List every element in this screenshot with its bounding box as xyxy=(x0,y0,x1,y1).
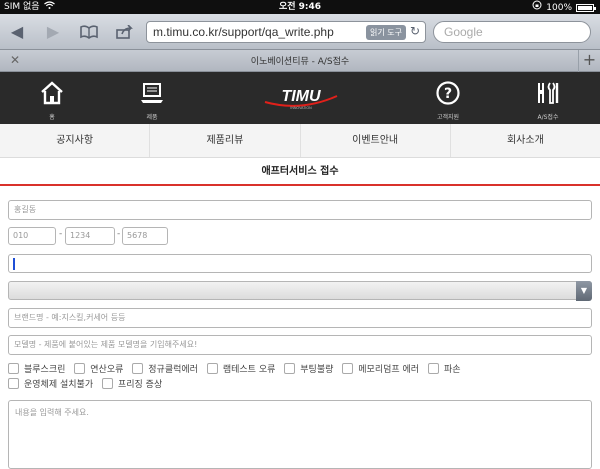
checkbox-box[interactable] xyxy=(132,363,144,374)
search-input[interactable]: Google xyxy=(433,21,591,43)
laptop-icon xyxy=(127,80,177,110)
category-select[interactable]: ▼ xyxy=(8,281,592,301)
nav-as[interactable]: A/S접수 xyxy=(523,80,573,121)
timu-logo[interactable]: TIMU INNOVATION xyxy=(263,86,339,112)
checkbox-box[interactable] xyxy=(8,378,19,389)
tools-icon xyxy=(523,80,573,110)
text-cursor xyxy=(13,258,15,270)
checkbox-box[interactable] xyxy=(101,378,113,389)
menu-review[interactable]: 제품리뷰 xyxy=(150,124,301,157)
svg-text:?: ? xyxy=(444,86,452,102)
rotation-lock-icon xyxy=(532,0,542,15)
nav-support[interactable]: ? 고객지원 xyxy=(423,80,473,121)
new-tab-button[interactable]: + xyxy=(578,50,600,72)
checkbox-box[interactable] xyxy=(284,363,296,374)
clock: 오전 9:46 xyxy=(278,2,322,12)
model-input[interactable]: 모델명 - 제품에 붙어있는 제품 모델명을 기입해주세요! xyxy=(8,335,592,355)
tab-bar: ✕ 이노베이션티뮤 - A/S접수 + xyxy=(0,50,600,72)
main-nav: 공지사항 제품리뷰 이벤트안내 회사소개 xyxy=(0,124,600,158)
bookmarks-icon[interactable] xyxy=(78,22,100,42)
browser-toolbar: ◀ ▶ m.timu.co.kr/support/qa_write.php Go… xyxy=(0,14,600,50)
phone-input-3[interactable]: 5678 xyxy=(122,227,168,245)
menu-company[interactable]: 회사소개 xyxy=(451,124,600,157)
nav-products-label: 제품 xyxy=(146,114,158,121)
symptom-checkbox[interactable]: 메모리덤프 에러 xyxy=(342,362,419,375)
reader-button[interactable]: 읽기 도구 xyxy=(366,25,406,40)
nav-products[interactable]: 제품 xyxy=(127,80,177,121)
battery-icon xyxy=(576,3,596,12)
symptom-checkbox[interactable]: 램테스트 오류 xyxy=(206,362,275,375)
name-input[interactable]: 홍길동 xyxy=(8,200,592,220)
phone-input-2[interactable]: 1234 xyxy=(65,227,115,245)
page-title: 애프터서비스 접수 xyxy=(0,158,600,186)
logo-text: TIMU xyxy=(281,88,321,105)
symptom-checkbox[interactable]: 연산오류 xyxy=(74,362,123,375)
nav-support-label: 고객지원 xyxy=(436,114,460,121)
dropdown-arrow-icon: ▼ xyxy=(576,281,592,301)
help-icon: ? xyxy=(423,80,473,110)
checkbox-box[interactable] xyxy=(342,363,354,374)
content-textarea[interactable]: 내용을 입력해 주세요. xyxy=(8,400,592,469)
checkbox-box[interactable] xyxy=(427,363,439,374)
battery-percent: 100% xyxy=(546,2,572,13)
menu-event[interactable]: 이벤트안내 xyxy=(301,124,451,157)
share-icon[interactable] xyxy=(114,22,136,42)
symptom-checkbox[interactable]: 운영체제 설치불가 xyxy=(8,377,93,390)
symptom-checkbox[interactable]: 부팅불량 xyxy=(284,362,333,375)
phone-dash: - xyxy=(59,229,63,239)
phone-input-1[interactable]: 010 xyxy=(8,227,56,245)
checkbox-box[interactable] xyxy=(74,363,86,374)
nav-home[interactable]: 홈 xyxy=(27,80,77,121)
symptom-checkbox[interactable]: 파손 xyxy=(427,362,461,375)
symptom-checkboxes-row2: 운영체제 설치불가 프리징 증상 xyxy=(8,377,598,392)
checkbox-box[interactable] xyxy=(8,363,19,374)
forward-button[interactable]: ▶ xyxy=(42,22,64,42)
symptom-checkboxes-row1: 블루스크린 연산오류 정규클럭에러 램테스트 오류 부팅불량 메모리덤프 에러 … xyxy=(8,362,598,377)
phone-dash: - xyxy=(117,229,121,239)
site-header: 홈 제품 TIMU INNOVATION ? 고객지원 A/S접수 xyxy=(0,72,600,124)
reload-icon[interactable]: ↻ xyxy=(410,24,420,38)
nav-as-label: A/S접수 xyxy=(537,114,559,121)
menu-notice[interactable]: 공지사항 xyxy=(0,124,151,157)
home-icon xyxy=(27,80,77,110)
status-bar: SIM 없음 오전 9:46 100% xyxy=(0,0,600,14)
symptom-checkbox[interactable]: 블루스크린 xyxy=(8,362,65,375)
tab-title[interactable]: 이노베이션티뮤 - A/S접수 xyxy=(0,54,600,67)
nav-home-label: 홈 xyxy=(49,114,55,121)
symptom-checkbox[interactable]: 프리징 증상 xyxy=(101,377,162,390)
symptom-checkbox[interactable]: 정규클럭에러 xyxy=(132,362,198,375)
checkbox-box[interactable] xyxy=(206,363,218,374)
brand-input[interactable]: 브랜드명 - 예:지스킬,커세어 등등 xyxy=(8,308,592,328)
back-button[interactable]: ◀ xyxy=(6,22,28,42)
logo-subtext: INNOVATION xyxy=(290,106,312,110)
email-input[interactable] xyxy=(8,254,592,273)
